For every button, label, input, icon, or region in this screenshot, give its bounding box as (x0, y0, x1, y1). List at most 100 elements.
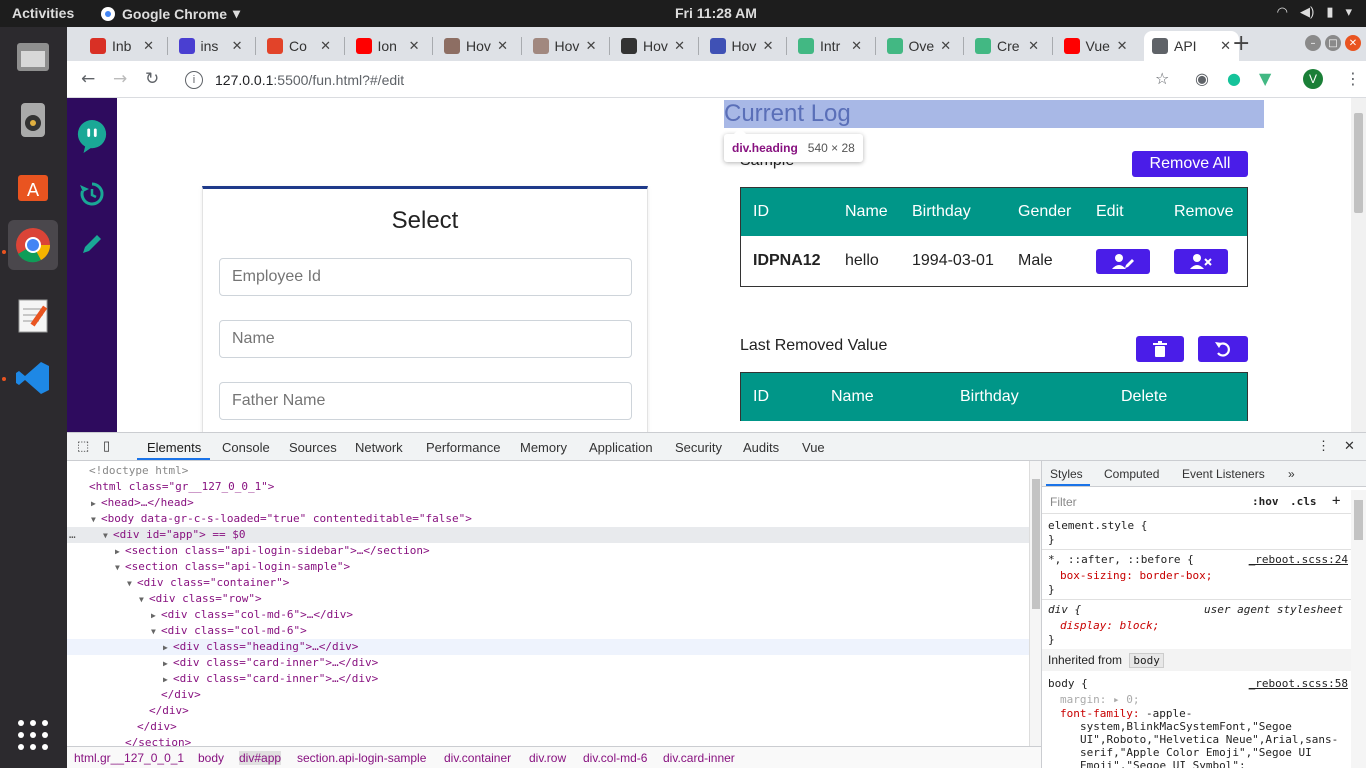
devtools-tab-audits[interactable]: Audits (743, 440, 779, 455)
delete-removed-button[interactable] (1136, 336, 1184, 362)
site-info-icon[interactable]: i (185, 71, 203, 89)
close-tab-icon[interactable]: ✕ (143, 38, 154, 54)
remove-row-button[interactable] (1174, 249, 1228, 274)
collapse-icon[interactable]: ▼ (115, 560, 125, 576)
dock-rhythmbox[interactable] (8, 95, 58, 145)
bookmark-star-icon[interactable]: ☆ (1155, 69, 1169, 88)
close-tab-icon[interactable]: ✕ (586, 38, 597, 54)
dock-software[interactable]: A (8, 160, 58, 210)
browser-tab[interactable]: Hov ✕ (702, 31, 782, 61)
breadcrumb-item[interactable]: div.col-md-6 (583, 751, 647, 765)
browser-tab[interactable]: Ion ✕ (348, 31, 428, 61)
browser-tab[interactable]: ins ✕ (171, 31, 251, 61)
profile-avatar[interactable]: V (1303, 69, 1323, 89)
tab-computed[interactable]: Computed (1104, 467, 1159, 481)
devtools-tab-application[interactable]: Application (589, 440, 653, 455)
dom-node[interactable]: </section> (67, 735, 1029, 746)
prop-font-family[interactable]: font-family: (1060, 707, 1139, 721)
close-tab-icon[interactable]: ✕ (674, 38, 685, 54)
tab-styles[interactable]: Styles (1050, 467, 1083, 481)
address-bar[interactable]: i 127.0.0.1:5500/fun.html?#/edit (175, 66, 1199, 94)
close-window-button[interactable]: ✕ (1345, 35, 1361, 51)
browser-tab[interactable]: Cre ✕ (967, 31, 1047, 61)
collapse-icon[interactable]: ▼ (127, 576, 137, 592)
close-tab-icon[interactable]: ✕ (232, 38, 243, 54)
name-input[interactable]: Name (219, 320, 632, 358)
clock[interactable]: Fri 11:28 AM (675, 5, 757, 21)
system-tray[interactable]: ◠ ◀) ▮ ▾ (1277, 4, 1352, 20)
rule-div-selector[interactable]: div { (1048, 603, 1081, 617)
expand-icon[interactable]: ▶ (163, 656, 173, 672)
styles-scrollbar[interactable] (1351, 490, 1366, 768)
browser-tab[interactable]: Intr ✕ (790, 31, 870, 61)
forward-icon[interactable]: → (113, 69, 127, 89)
tab-event-listeners[interactable]: Event Listeners (1182, 467, 1265, 481)
close-tab-icon[interactable]: ✕ (940, 38, 951, 54)
hover-state-toggle[interactable]: :hov (1252, 495, 1279, 509)
dom-node[interactable]: … ▼ <div id="app"> == $0 (67, 527, 1029, 543)
devtools-tab-vue[interactable]: Vue (802, 440, 825, 455)
more-tabs-icon[interactable]: » (1288, 467, 1295, 481)
inspect-element-icon[interactable]: ⬚ (77, 438, 89, 454)
devtools-tab-elements[interactable]: Elements (147, 440, 201, 455)
elements-scrollbar-thumb[interactable] (1032, 479, 1040, 609)
browser-tab[interactable]: Hov ✕ (525, 31, 605, 61)
browser-tab[interactable]: Inb ✕ (82, 31, 162, 61)
close-tab-icon[interactable]: ✕ (409, 38, 420, 54)
rule-body-source[interactable]: _reboot.scss:58 (1249, 677, 1348, 690)
collapse-icon[interactable]: ▼ (151, 624, 161, 640)
close-tab-icon[interactable]: ✕ (1220, 38, 1231, 54)
dock-chrome[interactable] (8, 220, 58, 270)
vue-devtools-extension-icon[interactable]: ▼ (1259, 69, 1271, 88)
browser-tab[interactable]: Vue ✕ (1056, 31, 1136, 61)
dom-node[interactable]: ▼ <body data-gr-c-s-loaded="true" content… (67, 511, 1029, 527)
close-devtools-icon[interactable]: ✕ (1344, 438, 1355, 454)
devtools-tab-performance[interactable]: Performance (426, 440, 500, 455)
show-applications-button[interactable] (8, 710, 58, 760)
browser-tab[interactable]: Ove ✕ (879, 31, 959, 61)
dom-node[interactable]: ▶ <section class="api-login-sidebar">…</s… (67, 543, 1029, 559)
close-tab-icon[interactable]: ✕ (497, 38, 508, 54)
breadcrumb-item[interactable]: div.container (444, 751, 511, 765)
elements-scrollbar[interactable] (1029, 461, 1041, 746)
edit-row-button[interactable] (1096, 249, 1150, 274)
grammarly-extension-icon[interactable]: ● (1227, 69, 1241, 88)
add-rule-icon[interactable]: + (1332, 494, 1340, 508)
browser-tab[interactable]: API ✕ (1144, 31, 1239, 61)
elements-tree[interactable]: <!doctype html> <html class="gr__127_0_0_… (67, 461, 1029, 746)
expand-icon[interactable]: ▶ (163, 640, 173, 656)
dom-node[interactable]: ▶ <div class="card-inner">…</div> (67, 655, 1029, 671)
inherited-element[interactable]: body (1129, 653, 1164, 668)
prop-margin[interactable]: margin: ▸ 0; (1060, 693, 1139, 707)
maximize-button[interactable]: □ (1325, 35, 1341, 51)
devtools-tab-console[interactable]: Console (222, 440, 270, 455)
breadcrumb-item[interactable]: div#app (239, 751, 282, 765)
rule-body-selector[interactable]: body { (1048, 677, 1088, 691)
chrome-menu-icon[interactable]: ⋮ (1345, 69, 1361, 88)
breadcrumb-item[interactable]: section.api-login-sample (297, 751, 426, 765)
class-toggle[interactable]: .cls (1290, 495, 1317, 509)
dom-node[interactable]: <html class="gr__127_0_0_1"> (67, 479, 1029, 495)
dom-node[interactable]: ▶ <div class="card-inner">…</div> (67, 671, 1029, 687)
collapse-icon[interactable]: ▼ (103, 528, 113, 544)
sidebar-history[interactable] (76, 178, 108, 210)
expand-icon[interactable]: ▶ (163, 672, 173, 688)
employee-id-input[interactable]: Employee Id (219, 258, 632, 296)
sidebar-logo[interactable] (76, 120, 108, 153)
rule-element-style[interactable]: element.style { (1048, 519, 1147, 533)
collapse-icon[interactable]: ▼ (139, 592, 149, 608)
devtools-tab-memory[interactable]: Memory (520, 440, 567, 455)
activities-button[interactable]: Activities (12, 5, 74, 21)
new-tab-button[interactable]: + (1232, 31, 1250, 56)
dom-node[interactable]: ▶ <div class="col-md-6">…</div> (67, 607, 1029, 623)
breadcrumb-item[interactable]: div.row (529, 751, 566, 765)
close-tab-icon[interactable]: ✕ (851, 38, 862, 54)
undo-removed-button[interactable] (1198, 336, 1248, 362)
dom-node[interactable]: ▼ <div class="col-md-6"> (67, 623, 1029, 639)
close-tab-icon[interactable]: ✕ (1028, 38, 1039, 54)
rule-universal-source[interactable]: _reboot.scss:24 (1249, 553, 1348, 566)
breadcrumb-item[interactable]: div.card-inner (663, 751, 735, 765)
remove-all-button[interactable]: Remove All (1132, 151, 1248, 177)
father-name-input[interactable]: Father Name (219, 382, 632, 420)
collapse-icon[interactable]: ▼ (91, 512, 101, 528)
